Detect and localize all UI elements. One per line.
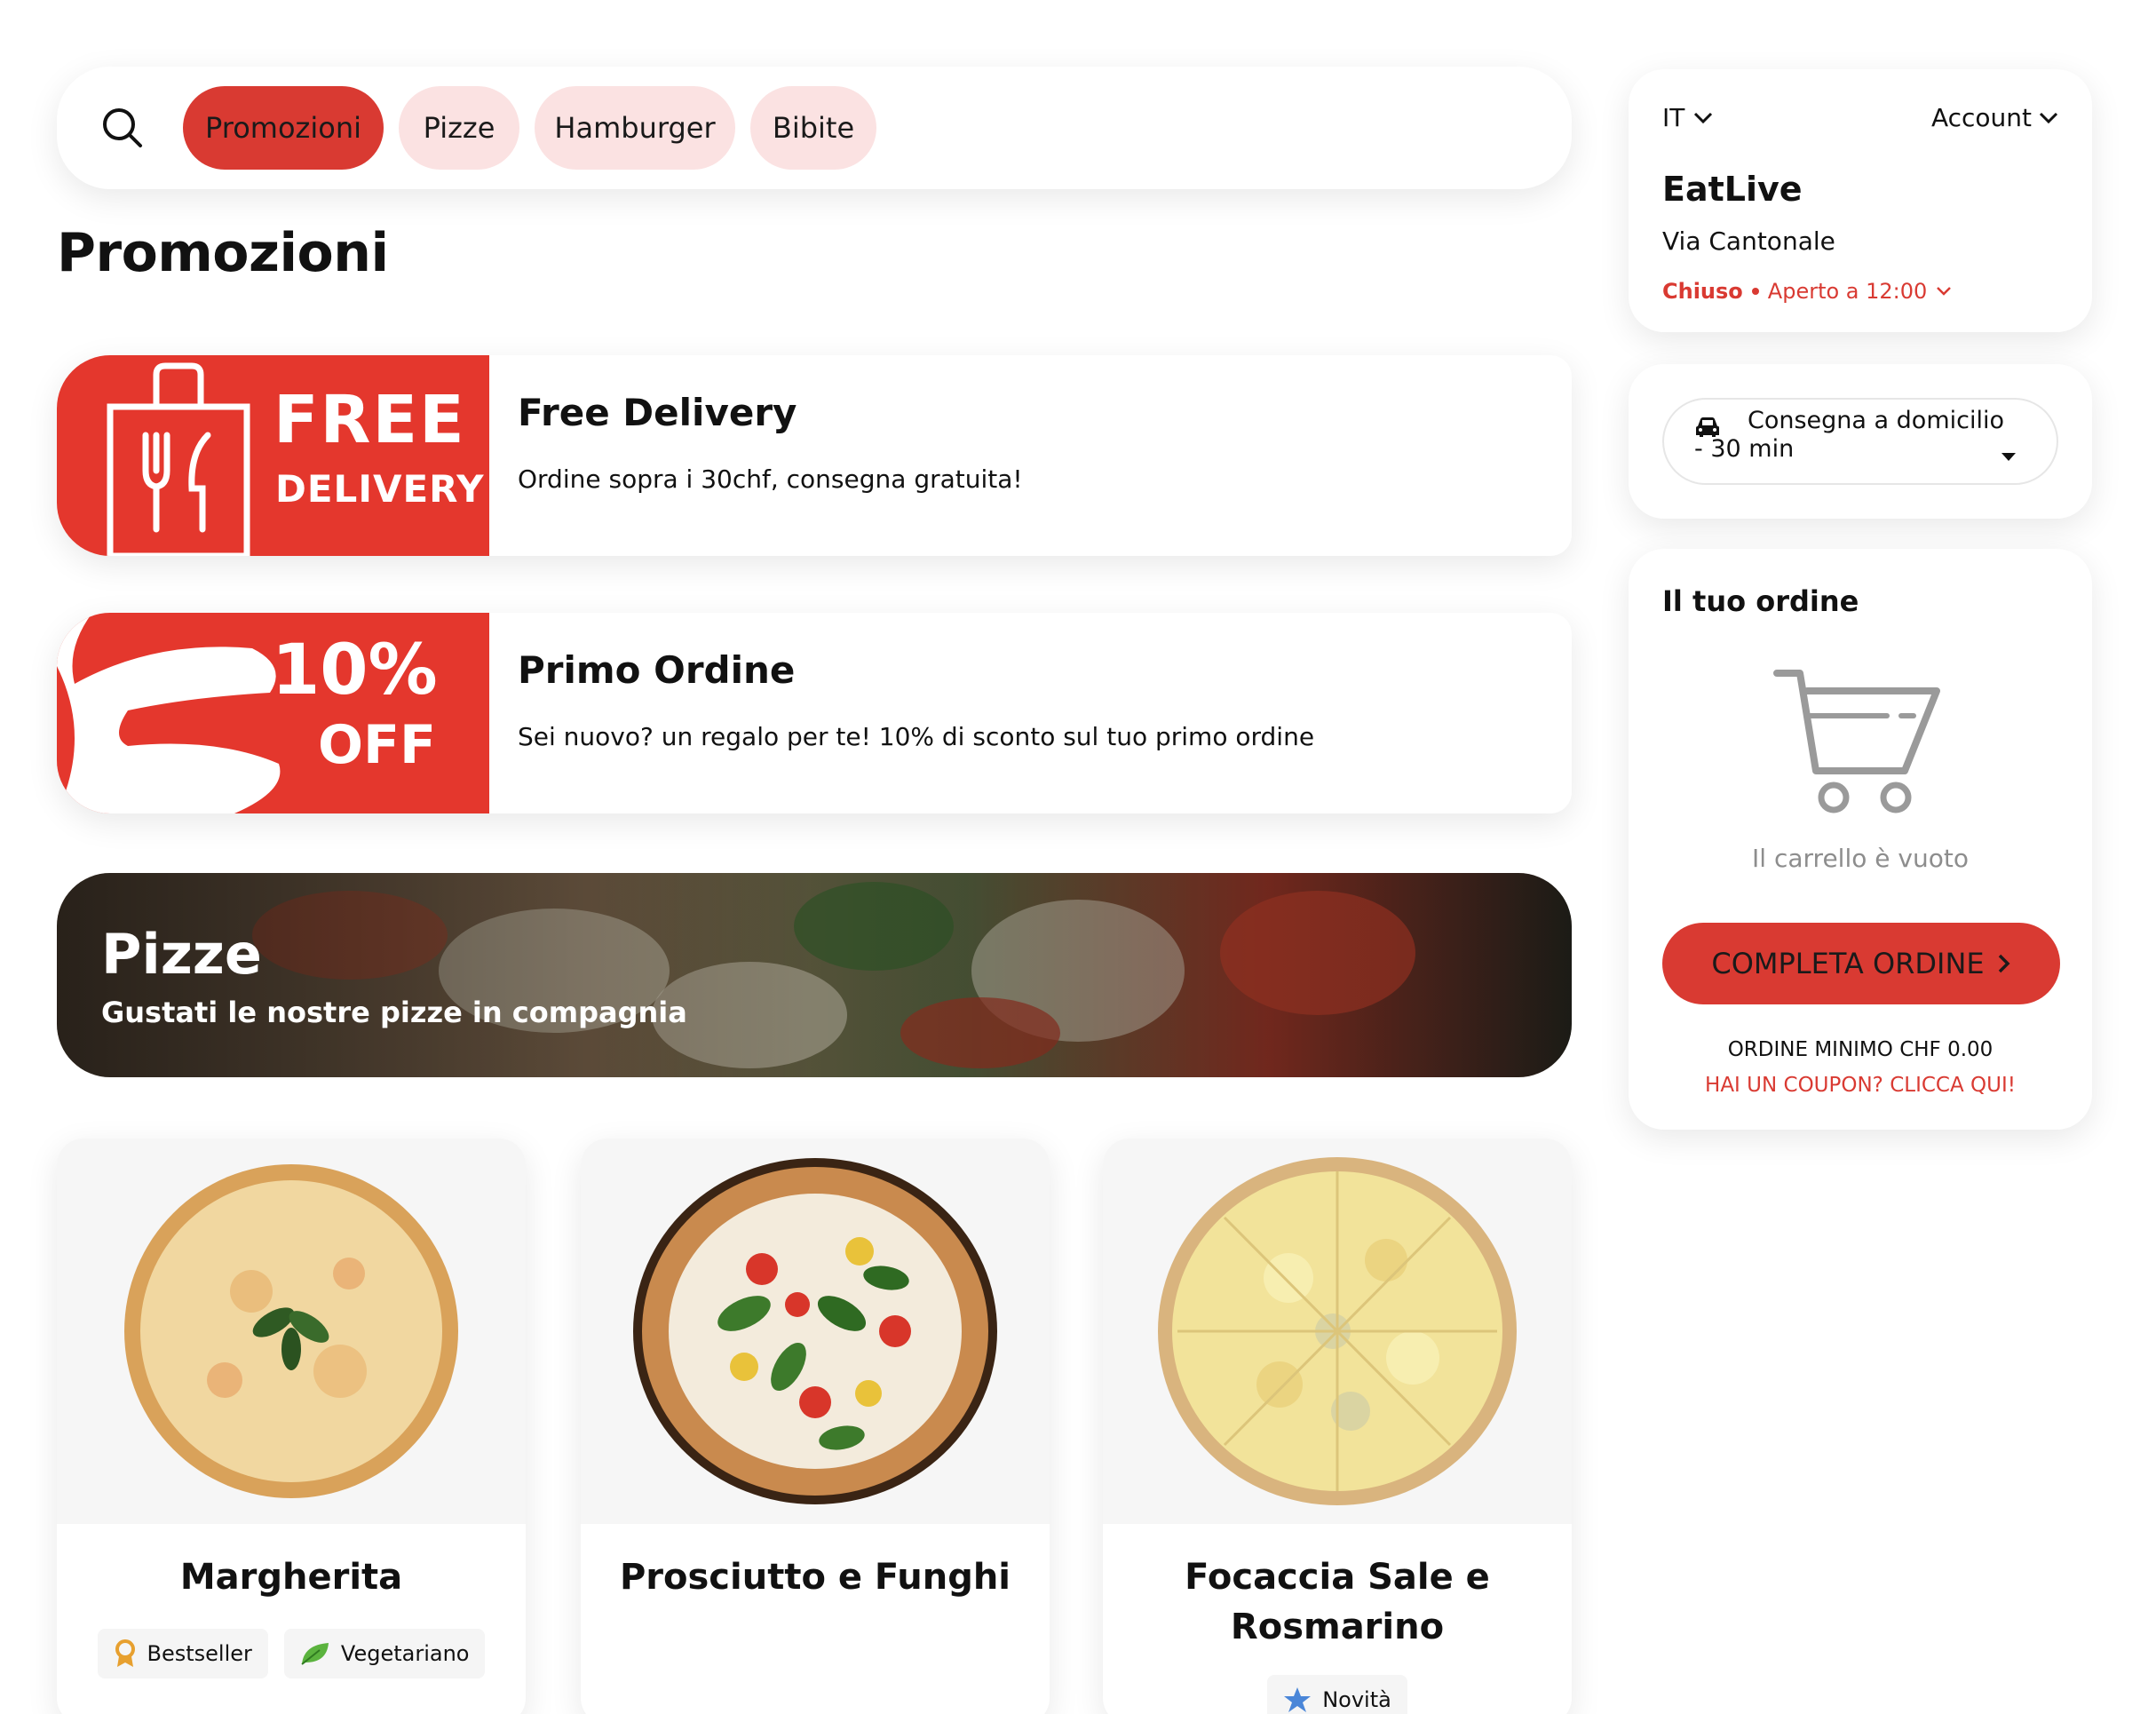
tag-label: Vegetariano	[340, 1641, 470, 1666]
tag-novita: Novità	[1267, 1675, 1407, 1714]
delivery-card: Consegna a domicilio - 30 min	[1629, 364, 2092, 519]
promo-description: Ordine sopra i 30chf, consegna gratuita!	[518, 464, 1023, 494]
store-hours-toggle[interactable]: Chiuso Aperto a 12:00	[1662, 279, 2058, 304]
product-card-margherita[interactable]: Margherita Bestseller Vegetariano	[57, 1139, 526, 1714]
promo-badge: FREE DELIVERY	[57, 355, 489, 556]
product-card-focaccia-sale-e-rosmarino[interactable]: Focaccia Sale e Rosmarino Novità	[1103, 1139, 1572, 1714]
status-open-at: Aperto a 12:00	[1767, 279, 1928, 304]
account-menu[interactable]: Account	[1931, 103, 2058, 132]
cart-icon	[1773, 670, 1940, 813]
car-icon	[1696, 417, 1719, 437]
section-title: Promozioni	[57, 222, 389, 284]
product-name: Margherita	[179, 1557, 403, 1598]
caret-down-icon	[2001, 453, 2016, 461]
delivery-mode-label: Consegna a domicilio - 30 min	[1694, 407, 2004, 463]
minimum-order-text: ORDINE MINIMO CHF 0.00	[1727, 1038, 1994, 1061]
tab-promozioni[interactable]: Promozioni	[183, 86, 384, 170]
promo-badge: 10% OFF	[57, 613, 489, 813]
product-name: Prosciutto e Funghi	[619, 1557, 1011, 1598]
promo-card-primo-ordine[interactable]: 10% OFF Primo Ordine Sei nuovo? un regal…	[57, 613, 1572, 813]
tag-bestseller: Bestseller	[97, 1629, 268, 1678]
language-selector[interactable]: IT	[1662, 103, 1713, 132]
leaf-icon	[301, 1643, 329, 1665]
order-summary-card: Il tuo ordine Il carrello è vuoto COMPLE…	[1629, 549, 2092, 1130]
tab-pizze[interactable]: Pizze	[399, 86, 519, 170]
product-name: Focaccia Sale e Rosmarino	[1185, 1557, 1490, 1647]
cart-empty-text: Il carrello è vuoto	[1752, 844, 1969, 873]
delivery-mode-select[interactable]: Consegna a domicilio - 30 min	[1662, 398, 2058, 485]
product-card-prosciutto-e-funghi[interactable]: Prosciutto e Funghi	[581, 1139, 1050, 1714]
tab-bibite[interactable]: Bibite	[750, 86, 876, 170]
promo-badge-line2: OFF	[318, 714, 436, 776]
complete-order-label: COMPLETA ORDINE	[1711, 947, 1985, 980]
chevron-right-icon	[1998, 954, 2010, 973]
store-name: EatLive	[1662, 170, 1803, 209]
order-title: Il tuo ordine	[1662, 584, 1859, 618]
promo-title: Primo Ordine	[518, 648, 796, 692]
promo-title: Free Delivery	[518, 391, 797, 434]
complete-order-button[interactable]: COMPLETA ORDINE	[1662, 923, 2060, 1004]
status-dot	[1751, 288, 1759, 295]
tag-vegetariano: Vegetariano	[283, 1629, 486, 1678]
coupon-link[interactable]: HAI UN COUPON? CLICCA QUI!	[1662, 1074, 2058, 1097]
star-icon	[1284, 1687, 1312, 1712]
store-address: Via Cantonale	[1662, 226, 1835, 256]
store-info-card: IT Account EatLive Via Cantonale Chiuso …	[1629, 69, 2092, 332]
promo-badge-line2: DELIVERY	[275, 467, 485, 511]
banner-subtitle: Gustati le nostre pizze in compagnia	[101, 996, 687, 1029]
language-label: IT	[1662, 103, 1685, 132]
pizza-image	[633, 1158, 997, 1504]
chevron-down-icon	[1694, 112, 1713, 123]
account-label: Account	[1930, 103, 2032, 132]
status-closed: Chiuso	[1662, 279, 1743, 304]
chevron-down-icon	[2039, 112, 2058, 123]
pizza-image	[1158, 1157, 1517, 1505]
banner-title: Pizze	[101, 922, 262, 987]
tab-hamburger[interactable]: Hamburger	[535, 86, 735, 170]
award-icon	[115, 1639, 135, 1667]
promo-badge-line1: FREE	[273, 382, 466, 458]
promo-badge-line1: 10%	[272, 631, 438, 710]
search-icon[interactable]	[99, 105, 146, 151]
category-nav: Promozioni Pizze Hamburger Bibite	[57, 67, 1572, 189]
pizza-banner-image	[57, 873, 1572, 1077]
promo-description: Sei nuovo? un regalo per te! 10% di scon…	[518, 722, 1315, 751]
tag-label: Bestseller	[147, 1641, 252, 1666]
promo-card-free-delivery[interactable]: FREE DELIVERY Free Delivery Ordine sopra…	[57, 355, 1572, 556]
tag-label: Novità	[1322, 1687, 1391, 1712]
category-banner-pizze[interactable]: Pizze Gustati le nostre pizze in compagn…	[57, 873, 1572, 1077]
pizza-image	[124, 1164, 458, 1498]
chevron-down-icon	[1937, 287, 1952, 296]
